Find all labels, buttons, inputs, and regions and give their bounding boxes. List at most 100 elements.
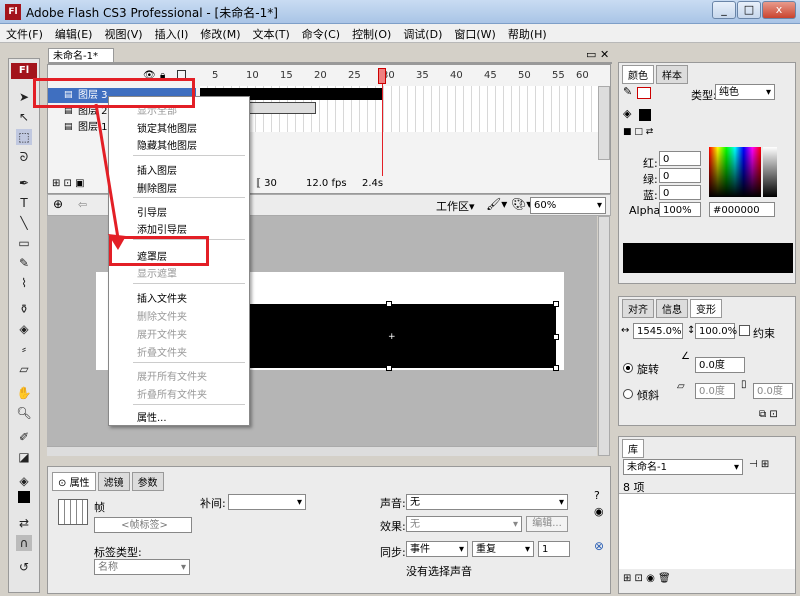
paint-bucket-icon[interactable]: ◈ bbox=[16, 321, 32, 337]
sync-select[interactable]: 事件 ▾ bbox=[406, 541, 468, 557]
playhead[interactable] bbox=[378, 68, 386, 84]
tab-filters[interactable]: 滤镜 bbox=[97, 472, 130, 491]
swap-colors-icon[interactable]: ■ □ ⇄ bbox=[623, 127, 653, 137]
brush-tool-icon[interactable]: ⌇ bbox=[16, 275, 32, 291]
tab-properties[interactable]: ⊙ 属性 bbox=[52, 472, 96, 491]
blue-input[interactable]: 0 bbox=[659, 185, 701, 200]
zoom-tool-icon[interactable]: 🔍︎ bbox=[16, 405, 32, 421]
close-doc-icon[interactable]: ✕ bbox=[600, 48, 609, 61]
menu-insert[interactable]: 插入(I) bbox=[149, 24, 195, 44]
restore-doc-icon[interactable]: ▭ bbox=[586, 48, 596, 61]
fill-color-icon[interactable]: ◈ bbox=[623, 107, 631, 120]
repeat-select[interactable]: 重复 ▾ bbox=[472, 541, 534, 557]
free-transform-tool-icon[interactable]: ⬚ bbox=[16, 129, 32, 145]
black-rectangle-shape[interactable] bbox=[246, 304, 556, 368]
pen-tool-icon[interactable]: ✒ bbox=[16, 175, 32, 191]
color-spectrum[interactable] bbox=[709, 147, 761, 197]
menu-text[interactable]: 文本(T) bbox=[246, 24, 295, 44]
add-layer-icon[interactable]: ⊞ ⊡ ▣ bbox=[52, 178, 85, 189]
skew-v-input[interactable]: 0.0度 bbox=[753, 383, 793, 399]
tab-parameters[interactable]: 参数 bbox=[131, 472, 164, 491]
stage-vscrollbar[interactable] bbox=[598, 216, 610, 456]
menu-insert-layer[interactable]: 插入图层 bbox=[137, 162, 177, 177]
brightness-slider[interactable] bbox=[763, 147, 777, 197]
tween-select[interactable]: ▾ bbox=[228, 494, 306, 510]
help-icon[interactable]: ? bbox=[594, 489, 600, 502]
smooth-icon[interactable]: ↺ bbox=[16, 559, 32, 575]
menu-edit[interactable]: 编辑(E) bbox=[49, 24, 99, 44]
subselect-tool-icon[interactable]: ↖ bbox=[16, 109, 32, 125]
workspace-dropdown[interactable]: 工作区▾ bbox=[436, 198, 475, 214]
stroke-color-icon[interactable]: ✐ bbox=[16, 429, 32, 445]
menu-debug[interactable]: 调试(D) bbox=[397, 24, 448, 44]
ink-bottle-icon[interactable]: ⚱ bbox=[16, 301, 32, 317]
hex-input[interactable]: #000000 bbox=[709, 202, 775, 217]
menu-hide-others[interactable]: 隐藏其他图层 bbox=[137, 137, 197, 152]
library-doc-select[interactable]: 未命名-1 ▾ bbox=[623, 459, 743, 475]
transform-handle[interactable] bbox=[553, 301, 559, 307]
accessibility-icon[interactable]: ◉ bbox=[594, 505, 604, 518]
pencil-tool-icon[interactable]: ✎ bbox=[16, 255, 32, 271]
copy-transform-icon[interactable]: ⧉ ⊡ bbox=[759, 409, 778, 420]
edit-sound-button[interactable]: 编辑... bbox=[526, 516, 568, 532]
stage-hscrollbar[interactable] bbox=[47, 446, 597, 456]
zoom-select[interactable]: 60% ▾ bbox=[530, 197, 606, 214]
type-select[interactable]: 纯色 ▾ bbox=[715, 84, 775, 100]
tab-align[interactable]: 对齐 bbox=[622, 299, 654, 318]
minimize-button[interactable]: _ bbox=[712, 1, 736, 19]
menu-add-motion-guide[interactable]: 添加引导层 bbox=[137, 221, 187, 236]
scene-icon[interactable]: ⊕ bbox=[53, 197, 63, 211]
rectangle-tool-icon[interactable]: ▭ bbox=[16, 235, 32, 251]
menu-guide[interactable]: 引导层 bbox=[137, 204, 167, 219]
sound-select[interactable]: 无 ▾ bbox=[406, 494, 568, 510]
fill-swatch[interactable] bbox=[639, 109, 651, 121]
rotate-input[interactable]: 0.0度 bbox=[695, 357, 745, 373]
menu-commands[interactable]: 命令(C) bbox=[296, 24, 346, 44]
swap-colors-icon[interactable]: ⇄ bbox=[16, 515, 32, 531]
transform-handle[interactable] bbox=[553, 334, 559, 340]
alpha-input[interactable]: 100% bbox=[659, 202, 701, 217]
tab-swatches[interactable]: 样本 bbox=[656, 65, 688, 84]
height-scale-input[interactable]: 100.0% bbox=[695, 323, 737, 339]
back-arrow-icon[interactable]: ⇦ bbox=[78, 198, 87, 211]
menu-delete-layer[interactable]: 删除图层 bbox=[137, 180, 177, 195]
tab-color[interactable]: 颜色 bbox=[622, 65, 654, 84]
green-input[interactable]: 0 bbox=[659, 168, 701, 183]
stroke-color-icon[interactable]: ✎ bbox=[623, 85, 632, 98]
fill-swatch[interactable] bbox=[18, 491, 30, 503]
close-button[interactable]: x bbox=[762, 1, 796, 19]
menu-view[interactable]: 视图(V) bbox=[98, 24, 148, 44]
label-type-select[interactable]: 名称 ▾ bbox=[94, 559, 190, 575]
edit-symbols-icon[interactable]: 🖌︎▾ 🎨︎▾ bbox=[486, 197, 532, 211]
rotate-radio[interactable] bbox=[623, 363, 633, 373]
maximize-button[interactable]: □ bbox=[737, 1, 761, 19]
text-tool-icon[interactable]: T bbox=[16, 195, 32, 211]
menu-properties[interactable]: 属性... bbox=[137, 409, 167, 424]
repeat-count-input[interactable]: 1 bbox=[538, 541, 570, 557]
fill-color-icon[interactable]: ◪ bbox=[16, 449, 32, 465]
transform-handle[interactable] bbox=[386, 301, 392, 307]
hand-tool-icon[interactable]: ✋ bbox=[16, 385, 32, 401]
eyedropper-icon[interactable]: ⸗ bbox=[16, 341, 32, 357]
menu-modify[interactable]: 修改(M) bbox=[194, 24, 246, 44]
timeline-scrollbar[interactable] bbox=[598, 86, 610, 160]
pin-library-icon[interactable]: ⊣ ⊞ bbox=[749, 459, 769, 470]
snap-magnet-icon[interactable]: ∩ bbox=[16, 535, 32, 551]
registration-point-icon[interactable]: + bbox=[388, 332, 396, 342]
paint-bucket-icon[interactable]: ◈ bbox=[16, 473, 32, 489]
menu-control[interactable]: 控制(O) bbox=[346, 24, 397, 44]
tab-transform[interactable]: 变形 bbox=[690, 299, 722, 318]
no-color-swatch[interactable] bbox=[637, 87, 651, 99]
lasso-tool-icon[interactable]: ᘐ bbox=[16, 149, 32, 165]
constrain-checkbox[interactable] bbox=[739, 325, 750, 336]
eraser-icon[interactable]: ▱ bbox=[16, 361, 32, 377]
line-tool-icon[interactable]: ╲ bbox=[16, 215, 32, 231]
frame-name-input[interactable]: <帧标签> bbox=[94, 517, 192, 533]
transform-handle[interactable] bbox=[553, 365, 559, 371]
menu-window[interactable]: 窗口(W) bbox=[448, 24, 501, 44]
selection-tool-icon[interactable]: ➤ bbox=[16, 89, 32, 105]
menu-lock-others[interactable]: 锁定其他图层 bbox=[137, 120, 197, 135]
effect-select[interactable]: 无 ▾ bbox=[406, 516, 522, 532]
expand-icon[interactable]: ⊗ bbox=[594, 539, 604, 553]
transform-handle[interactable] bbox=[386, 365, 392, 371]
